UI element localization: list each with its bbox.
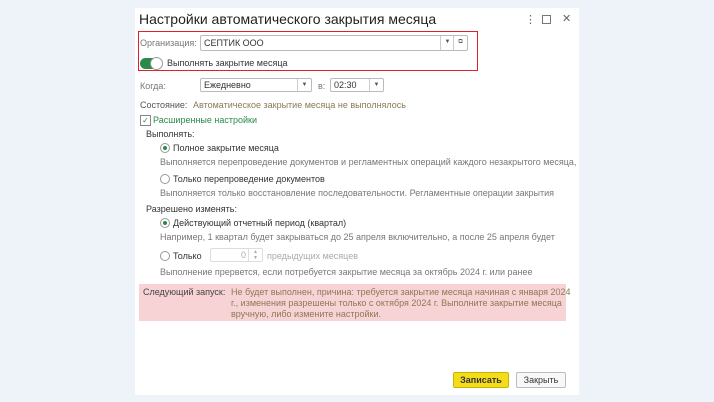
next-run-label: Следующий запуск:	[143, 287, 226, 297]
when-value: Ежедневно	[204, 80, 251, 90]
only-label: Только	[173, 251, 202, 261]
next-run-banner: Следующий запуск: Не будет выполнен, при…	[139, 284, 571, 321]
full-close-label: Полное закрытие месяца	[173, 143, 279, 153]
maximize-icon[interactable]	[542, 15, 551, 24]
toggle-label: Выполнять закрытие месяца	[167, 58, 288, 68]
org-field[interactable]: СЕПТИК ООО ▼ ⧉	[200, 35, 468, 51]
next-run-line: вручную, либо измените настройки.	[231, 309, 382, 319]
radio-full-close[interactable]	[160, 143, 170, 153]
repost-only-desc: Выполняется только восстановление послед…	[160, 188, 555, 198]
when-select[interactable]: Ежедневно ▼	[200, 78, 312, 92]
radio-repost-only[interactable]	[160, 174, 170, 184]
advanced-toggle-icon[interactable]: ✓	[140, 115, 151, 126]
repost-only-label: Только перепроведение документов	[173, 174, 325, 184]
current-period-desc: Например, 1 квартал будет закрываться до…	[160, 232, 555, 242]
chevron-down-icon[interactable]: ▼	[297, 79, 311, 91]
execute-label: Выполнять:	[146, 129, 195, 139]
radio-only-months[interactable]	[160, 251, 170, 261]
chevron-down-icon[interactable]: ▼	[369, 79, 383, 91]
close-icon[interactable]: ✕	[562, 12, 571, 25]
close-month-toggle[interactable]	[140, 57, 163, 70]
save-button[interactable]: Записать	[453, 372, 509, 388]
spinner-arrows-icon[interactable]: ▲ ▼	[248, 249, 262, 261]
dialog: Настройки автоматического закрытия месяц…	[135, 8, 579, 395]
close-button[interactable]: Закрыть	[516, 372, 566, 388]
open-icon[interactable]: ⧉	[453, 36, 467, 50]
advanced-settings-link[interactable]: Расширенные настройки	[153, 115, 257, 125]
next-run-line: Не будет выполнен, причина: требуется за…	[231, 287, 571, 297]
allowed-label: Разрешено изменять:	[146, 204, 237, 214]
when-label: Когда:	[140, 81, 166, 91]
org-label: Организация:	[140, 38, 197, 48]
org-value: СЕПТИК ООО	[204, 38, 264, 48]
only-months-desc: Выполнение прервется, если потребуется з…	[160, 267, 533, 277]
dialog-title: Настройки автоматического закрытия месяц…	[139, 11, 437, 27]
time-field[interactable]: 02:30 ▼	[330, 78, 384, 92]
next-run-message: Не будет выполнен, причина: требуется за…	[231, 287, 571, 320]
state-label: Состояние:	[140, 100, 188, 110]
next-run-line: г., изменения разрешены только с октября…	[231, 298, 562, 308]
state-value: Автоматическое закрытие месяца не выполн…	[193, 100, 406, 110]
more-menu-icon[interactable]: ⋮	[525, 13, 536, 26]
time-value: 02:30	[334, 80, 357, 90]
full-close-desc: Выполняется перепроведение документов и …	[160, 157, 577, 167]
current-period-label: Действующий отчетный период (квартал)	[173, 218, 347, 228]
dropdown-icon[interactable]: ▼	[440, 36, 454, 50]
months-spinner[interactable]: 0 ▲ ▼	[210, 248, 263, 262]
radio-current-period[interactable]	[160, 218, 170, 228]
months-suffix: предыдущих месяцев	[267, 251, 358, 261]
months-value: 0	[240, 250, 246, 260]
at-label: в:	[318, 81, 326, 91]
